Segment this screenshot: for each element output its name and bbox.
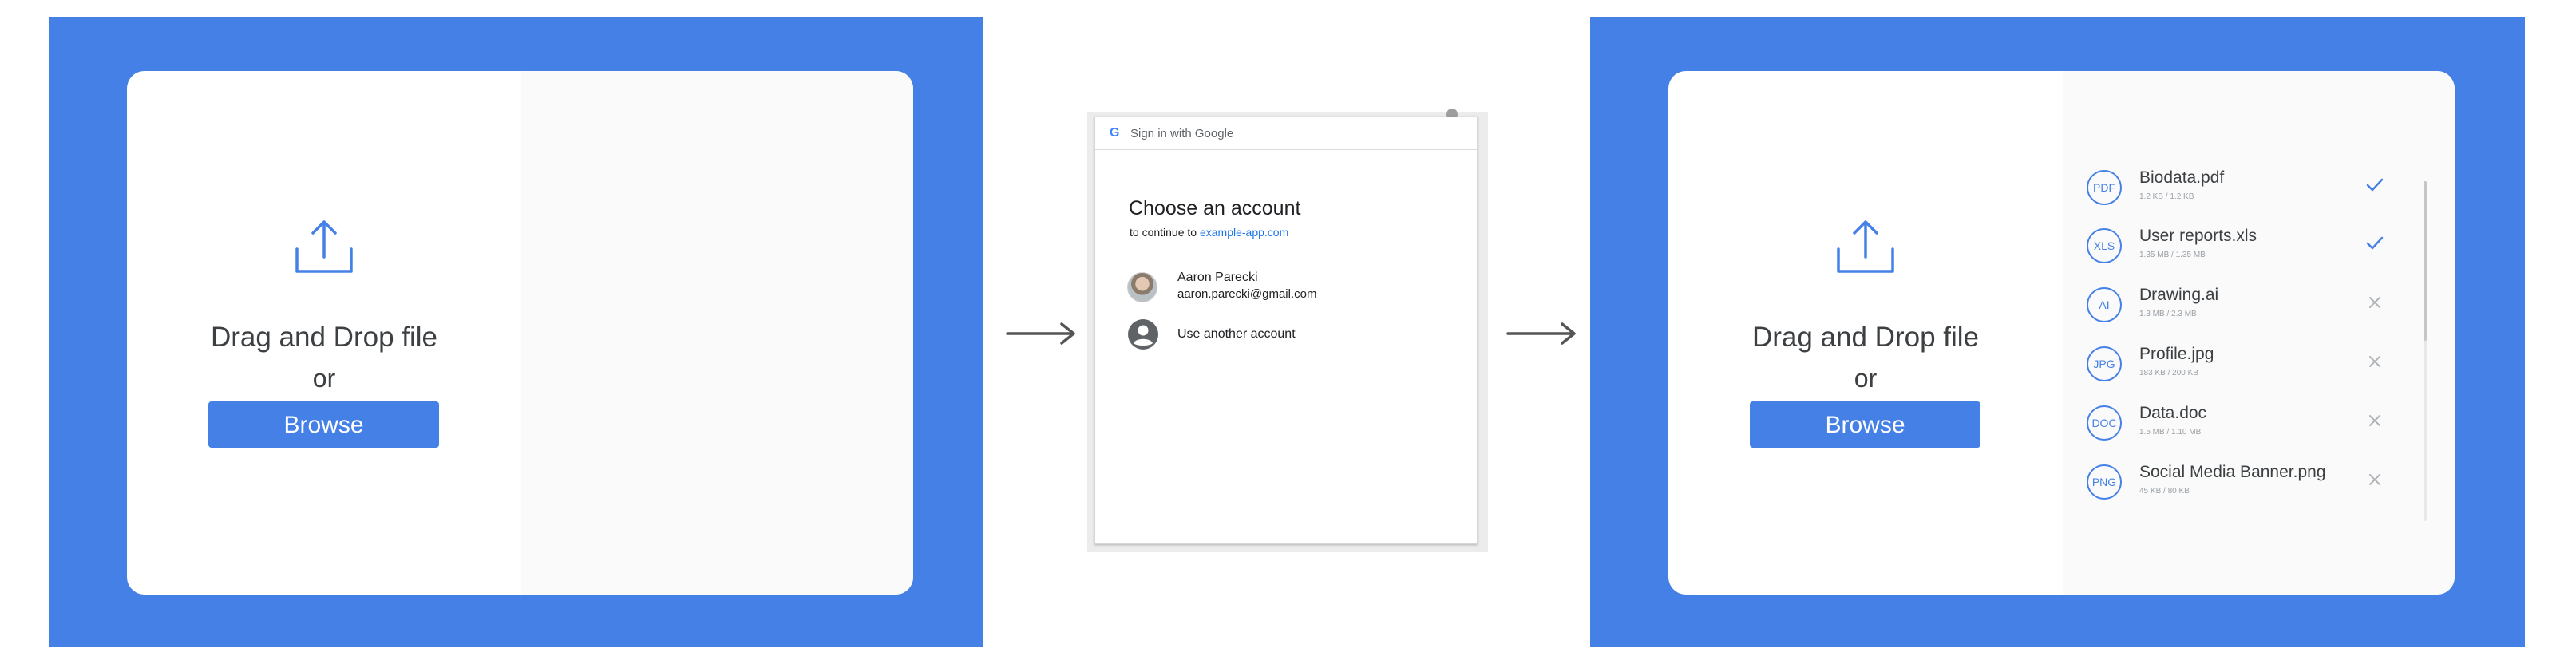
use-another-account-label: Use another account — [1177, 327, 1296, 341]
file-type-icon: PNG — [2087, 464, 2122, 500]
file-size: 1.2 KB / 1.2 KB — [2139, 192, 2194, 201]
browse-button[interactable]: Browse — [1750, 401, 1980, 448]
or-label: or — [312, 364, 336, 393]
account-option[interactable]: Aaron Parecki aaron.parecki@gmail.com — [1127, 267, 1462, 306]
check-icon — [2366, 178, 2384, 192]
close-icon[interactable] — [2364, 469, 2385, 490]
dialog-title: Choose an account — [1129, 197, 1301, 219]
file-size: 183 KB / 200 KB — [2139, 369, 2198, 377]
file-name: Biodata.pdf — [2139, 168, 2225, 187]
file-list: PDF Biodata.pdf 1.2 KB / 1.2 KB XLS User… — [2063, 71, 2455, 595]
file-name: Profile.jpg — [2139, 345, 2214, 363]
app-link[interactable]: example-app.com — [1200, 226, 1288, 239]
file-type-icon: DOC — [2087, 405, 2122, 441]
upload-panel-with-files: Drag and Drop file or Browse PDF Biodata… — [1590, 17, 2525, 647]
file-type-icon: XLS — [2087, 228, 2122, 263]
upload-panel-empty: Drag and Drop file or Browse — [49, 17, 983, 647]
file-name: Data.doc — [2139, 404, 2207, 422]
file-item: AI Drawing.ai 1.3 MB / 2.3 MB — [2087, 283, 2406, 334]
drop-zone[interactable]: Drag and Drop file or Browse — [127, 71, 521, 595]
browse-button[interactable]: Browse — [208, 401, 439, 448]
file-item: DOC Data.doc 1.5 MB / 1.10 MB — [2087, 401, 2406, 452]
google-signin-dialog: G Sign in with Google Choose an account … — [1094, 117, 1478, 544]
close-icon[interactable] — [2364, 410, 2385, 431]
file-item: PDF Biodata.pdf 1.2 KB / 1.2 KB — [2087, 165, 2406, 216]
drop-zone[interactable]: Drag and Drop file or Browse — [1668, 71, 2063, 595]
file-type-icon: JPG — [2087, 346, 2122, 381]
dialog-header: G Sign in with Google — [1095, 117, 1477, 150]
file-size: 45 KB / 80 KB — [2139, 487, 2190, 496]
scrollbar-thumb[interactable] — [2424, 181, 2427, 341]
upload-card: Drag and Drop file or Browse PDF Biodata… — [1668, 71, 2455, 595]
google-logo-icon: G — [1110, 126, 1120, 140]
file-name: Social Media Banner.png — [2139, 463, 2326, 481]
file-size: 1.3 MB / 2.3 MB — [2139, 310, 2197, 318]
person-icon — [1128, 319, 1158, 350]
file-type-icon: PDF — [2087, 170, 2122, 205]
upload-icon — [295, 220, 353, 273]
file-name: Drawing.ai — [2139, 286, 2219, 304]
close-icon[interactable] — [2364, 351, 2385, 372]
dialog-header-title: Sign in with Google — [1130, 127, 1234, 140]
arrow-right-icon — [1506, 322, 1576, 345]
file-size: 1.35 MB / 1.35 MB — [2139, 251, 2206, 259]
file-size: 1.5 MB / 1.10 MB — [2139, 428, 2202, 437]
account-email: aaron.parecki@gmail.com — [1177, 287, 1317, 301]
file-item: XLS User reports.xls 1.35 MB / 1.35 MB — [2087, 223, 2406, 275]
account-name: Aaron Parecki — [1177, 271, 1258, 284]
file-type-icon: AI — [2087, 287, 2122, 322]
drag-drop-label: Drag and Drop file — [1751, 322, 1980, 353]
avatar — [1127, 272, 1157, 302]
check-icon — [2366, 236, 2384, 250]
dialog-subtitle: to continue to example-app.com — [1130, 226, 1288, 239]
file-name: User reports.xls — [2139, 227, 2257, 245]
drag-drop-label: Drag and Drop file — [210, 322, 438, 353]
or-label: or — [1854, 364, 1878, 393]
file-item: JPG Profile.jpg 183 KB / 200 KB — [2087, 342, 2406, 393]
empty-file-area — [521, 71, 913, 595]
file-item: PNG Social Media Banner.png 45 KB / 80 K… — [2087, 460, 2406, 511]
close-icon[interactable] — [2364, 292, 2385, 313]
upload-icon — [1837, 220, 1894, 273]
use-another-account-option[interactable]: Use another account — [1127, 317, 1462, 352]
arrow-right-icon — [1006, 322, 1075, 345]
subtitle-prefix: to continue to — [1130, 226, 1200, 239]
upload-card: Drag and Drop file or Browse — [127, 71, 913, 595]
